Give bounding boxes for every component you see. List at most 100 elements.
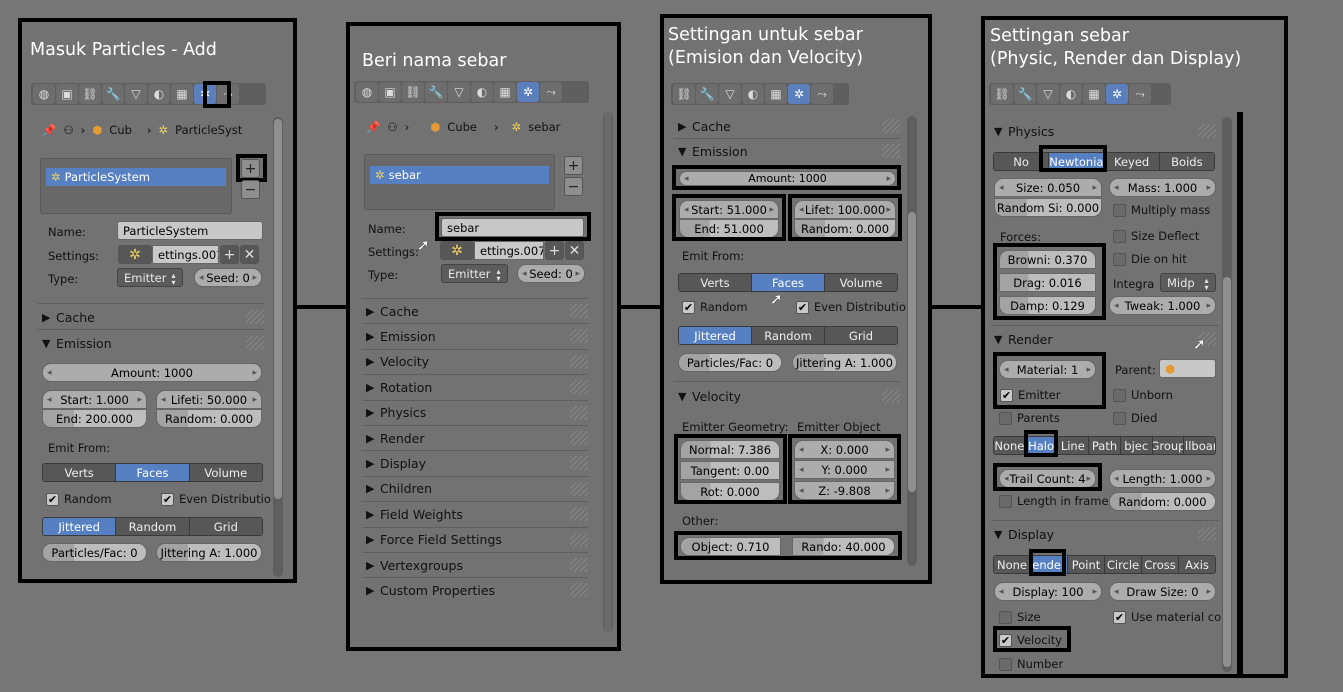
- pin-icon[interactable]: 📌: [42, 123, 56, 137]
- mass-field[interactable]: Mass: 1.000: [1109, 178, 1216, 197]
- random-velocity-field[interactable]: Rando: 40.000: [792, 537, 895, 556]
- section-header-rotation[interactable]: ▶ Rotation: [366, 377, 588, 397]
- lifetime-field[interactable]: Lifet: 100.000: [794, 200, 896, 219]
- emit-faces-option[interactable]: Faces: [116, 464, 190, 481]
- size-field[interactable]: Size: 0.050: [994, 178, 1102, 197]
- render-none-option[interactable]: None: [994, 437, 1026, 454]
- jittering-field[interactable]: Jittering A: 1.000: [792, 353, 897, 372]
- emit-faces-option[interactable]: Faces: [752, 274, 825, 291]
- constraints-tab[interactable]: ⛓: [673, 84, 695, 104]
- object-field[interactable]: Object: 0.710: [680, 537, 781, 556]
- section-header-force-field-settings[interactable]: ▶ Force Field Settings: [366, 530, 588, 550]
- start-field[interactable]: Start: 51.000: [679, 200, 779, 219]
- physics-boids-option[interactable]: Boids: [1159, 153, 1214, 170]
- add-settings-button[interactable]: +: [545, 241, 564, 260]
- constraints-tab[interactable]: ⛓: [79, 84, 101, 104]
- cache-section-header[interactable]: ▶ Cache: [678, 116, 900, 136]
- settings-browse-icon[interactable]: ✲: [118, 245, 152, 264]
- physics-tab[interactable]: ⤳: [1129, 84, 1151, 104]
- material-field[interactable]: Material: 1: [999, 360, 1096, 379]
- cache-section-header[interactable]: ▶ Cache: [42, 307, 264, 327]
- particle-system-list[interactable]: ✲ sebar: [364, 154, 555, 210]
- scrollbar[interactable]: [603, 112, 613, 632]
- unlink-settings-button[interactable]: ✕: [565, 241, 584, 260]
- emit-verts-option[interactable]: Verts: [679, 274, 752, 291]
- velocity-checkbox[interactable]: ✔ Velocity: [999, 633, 1062, 647]
- random-checkbox[interactable]: ✔ Random: [46, 492, 112, 506]
- add-slot-button[interactable]: +: [241, 159, 260, 178]
- distribution-selector[interactable]: Jittered Random Grid: [678, 326, 898, 345]
- parent-field[interactable]: ⬢: [1159, 359, 1216, 378]
- size-deflect-checkbox[interactable]: Size Deflect: [1113, 229, 1199, 243]
- emitter-checkbox[interactable]: ✔ Emitter: [1000, 388, 1061, 402]
- physics-tab[interactable]: ⤳: [811, 84, 833, 104]
- scrollbar[interactable]: [1222, 117, 1232, 672]
- render-section-header[interactable]: ▼ Render: [994, 329, 1216, 349]
- object-tab[interactable]: ▣: [379, 82, 401, 102]
- world-tab[interactable]: ◍: [33, 84, 55, 104]
- texture-tab[interactable]: ▦: [1083, 84, 1105, 104]
- object-tab[interactable]: ▣: [56, 84, 78, 104]
- physics-section-header[interactable]: ▼ Physics: [994, 121, 1216, 141]
- physics-newtonian-option[interactable]: Newtonia: [1049, 153, 1105, 170]
- random-field[interactable]: Random: 0.000: [794, 219, 896, 238]
- add-settings-button[interactable]: +: [220, 245, 239, 264]
- section-header-emission[interactable]: ▶ Emission: [366, 326, 588, 346]
- brownian-field[interactable]: Browni: 0.370: [999, 250, 1096, 269]
- scrollbar[interactable]: [273, 117, 283, 577]
- render-object-option[interactable]: bjec: [1120, 437, 1153, 454]
- emit-volume-option[interactable]: Volume: [825, 274, 897, 291]
- modifier-tab[interactable]: 🔧: [1014, 84, 1036, 104]
- velocity-section-header[interactable]: ▼ Velocity: [678, 386, 900, 406]
- list-item[interactable]: ✲ sebar: [370, 166, 549, 184]
- physics-type-selector[interactable]: No Newtonia Keyed Boids: [993, 152, 1215, 171]
- render-billboard-option[interactable]: illboar: [1184, 437, 1215, 454]
- trail-count-field[interactable]: Trail Count: 4: [999, 469, 1096, 488]
- die-on-hit-checkbox[interactable]: Die on hit: [1113, 252, 1187, 266]
- dist-random-option[interactable]: Random: [752, 327, 825, 344]
- parents-checkbox[interactable]: Parents: [999, 411, 1060, 425]
- end-field[interactable]: End: 51.000: [679, 219, 779, 238]
- amount-field[interactable]: Amount: 1000: [42, 363, 262, 382]
- draw-size-field[interactable]: Draw Size: 0: [1109, 582, 1216, 601]
- seed-field[interactable]: Seed: 0: [194, 268, 262, 287]
- emit-verts-option[interactable]: Verts: [43, 464, 117, 481]
- display-point-option[interactable]: Point: [1068, 556, 1105, 573]
- unborn-checkbox[interactable]: Unborn: [1113, 388, 1173, 402]
- integration-dropdown[interactable]: Midp: [1160, 273, 1216, 292]
- type-dropdown[interactable]: Emitter: [117, 268, 183, 287]
- section-header-physics[interactable]: ▶ Physics: [366, 403, 588, 423]
- section-header-display[interactable]: ▶ Display: [366, 453, 588, 473]
- damp-field[interactable]: Damp: 0.129: [999, 296, 1096, 315]
- remove-slot-button[interactable]: −: [564, 177, 583, 196]
- z-field[interactable]: Z: -9.808: [794, 481, 895, 500]
- modifier-tab[interactable]: 🔧: [696, 84, 718, 104]
- normal-field[interactable]: Normal: 7.386: [680, 440, 780, 459]
- world-tab[interactable]: ◍: [356, 82, 378, 102]
- section-header-field-weights[interactable]: ▶ Field Weights: [366, 504, 588, 524]
- random-field[interactable]: Random: 0.000: [156, 409, 262, 428]
- x-field[interactable]: X: 0.000: [794, 440, 895, 459]
- render-type-selector[interactable]: None Halo Line Path bjec Group illboar: [993, 436, 1216, 455]
- emission-section-header[interactable]: ▼ Emission: [42, 333, 264, 353]
- display-section-header[interactable]: ▼ Display: [994, 524, 1216, 544]
- emit-from-selector[interactable]: Verts Faces Volume: [42, 463, 263, 482]
- physics-keyed-option[interactable]: Keyed: [1104, 153, 1160, 170]
- texture-tab[interactable]: ▦: [765, 84, 787, 104]
- died-checkbox[interactable]: Died: [1113, 411, 1157, 425]
- end-field[interactable]: End: 200.000: [42, 409, 147, 428]
- use-material-color-checkbox[interactable]: ✔ Use material co: [1113, 610, 1221, 624]
- jittering-field[interactable]: Jittering A: 1.000: [156, 543, 262, 562]
- physics-no-option[interactable]: No: [994, 153, 1050, 170]
- particles-face-field[interactable]: Particles/Fac: 0: [42, 543, 147, 562]
- dist-random-option[interactable]: Random: [116, 518, 190, 535]
- seed-field[interactable]: Seed: 0: [517, 264, 585, 283]
- section-header-custom-properties[interactable]: ▶ Custom Properties: [366, 580, 588, 600]
- particles-tab[interactable]: ✲: [517, 82, 539, 102]
- amount-field[interactable]: Amount: 1000: [679, 171, 896, 186]
- texture-tab[interactable]: ▦: [494, 82, 516, 102]
- add-slot-button[interactable]: +: [564, 156, 583, 175]
- constraints-tab[interactable]: ⛓: [402, 82, 424, 102]
- particles-tab[interactable]: ✲: [1106, 84, 1128, 104]
- display-amount-field[interactable]: Display: 100: [994, 582, 1102, 601]
